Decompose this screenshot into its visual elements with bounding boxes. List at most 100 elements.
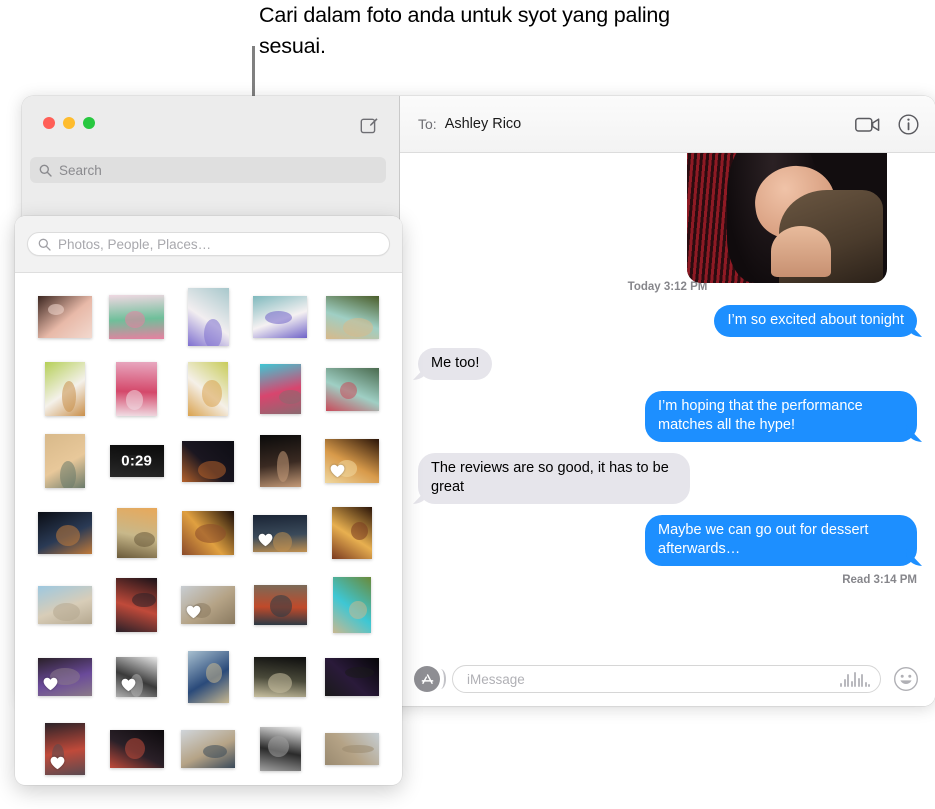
search-icon bbox=[38, 238, 51, 251]
message-bubble[interactable]: I’m hoping that the performance matches … bbox=[645, 391, 917, 442]
photo-thumbnail[interactable] bbox=[316, 497, 388, 569]
sidebar-titlebar bbox=[22, 96, 399, 153]
window-traffic-lights bbox=[43, 117, 95, 129]
thumbnail-image bbox=[37, 658, 92, 696]
favorite-heart-icon bbox=[186, 605, 201, 619]
photo-thumbnail[interactable] bbox=[316, 425, 388, 497]
photo-thumbnail[interactable] bbox=[173, 425, 245, 497]
photo-thumbnail[interactable] bbox=[29, 641, 101, 713]
photo-thumbnail[interactable] bbox=[316, 353, 388, 425]
thumbnail-image bbox=[116, 508, 157, 558]
favorite-heart-icon bbox=[50, 756, 65, 770]
photo-thumbnail[interactable] bbox=[244, 569, 316, 641]
photo-thumbnail[interactable] bbox=[101, 641, 173, 713]
thumbnail-image bbox=[44, 434, 85, 488]
photo-thumbnail[interactable] bbox=[244, 713, 316, 785]
favorite-heart-icon bbox=[43, 677, 58, 691]
photo-thumbnail[interactable] bbox=[29, 713, 101, 785]
photo-thumbnail[interactable] bbox=[29, 281, 101, 353]
photo-thumbnail[interactable] bbox=[173, 713, 245, 785]
photos-popover: Photos, People, Places… 0:29 bbox=[15, 216, 402, 785]
photo-thumbnail[interactable] bbox=[244, 641, 316, 713]
message-row: Maybe we can go out for dessert afterwar… bbox=[418, 515, 917, 566]
photo-thumbnail[interactable] bbox=[316, 713, 388, 785]
thumbnail-image bbox=[109, 295, 165, 339]
message-row: I’m hoping that the performance matches … bbox=[418, 391, 917, 442]
photo-thumbnail[interactable] bbox=[244, 425, 316, 497]
info-circle-icon[interactable] bbox=[898, 113, 919, 135]
thumbnail-image bbox=[259, 435, 301, 487]
imessage-input[interactable]: iMessage bbox=[452, 665, 881, 693]
photos-search-input[interactable]: Photos, People, Places… bbox=[27, 232, 390, 256]
thumbnail-image bbox=[259, 364, 301, 414]
photo-thumbnail[interactable] bbox=[244, 497, 316, 569]
photo-thumbnail[interactable] bbox=[173, 497, 245, 569]
zoom-button[interactable] bbox=[83, 117, 95, 129]
thumbnail-image bbox=[116, 657, 158, 697]
thumbnail-image bbox=[37, 296, 92, 338]
message-bubble[interactable]: Maybe we can go out for dessert afterwar… bbox=[645, 515, 917, 566]
to-label: To: bbox=[418, 116, 437, 132]
thumbnail-image bbox=[325, 439, 380, 483]
message-row: Me too! bbox=[418, 348, 917, 380]
photo-thumbnail[interactable] bbox=[29, 569, 101, 641]
minimize-button[interactable] bbox=[63, 117, 75, 129]
thumbnail-image bbox=[325, 367, 379, 411]
thumbnail-image bbox=[44, 723, 85, 775]
close-button[interactable] bbox=[43, 117, 55, 129]
photo-thumbnail[interactable] bbox=[101, 497, 173, 569]
thumbnail-image bbox=[188, 362, 229, 416]
favorite-heart-icon bbox=[330, 464, 345, 478]
photo-thumbnail[interactable] bbox=[316, 641, 388, 713]
photo-thumbnail[interactable] bbox=[101, 713, 173, 785]
conversation-header: To: Ashley Rico bbox=[400, 96, 935, 153]
photo-thumbnail[interactable] bbox=[316, 281, 388, 353]
message-bubble[interactable]: I’m so excited about tonight bbox=[714, 305, 917, 337]
photo-results-grid: 0:29 bbox=[15, 273, 402, 785]
conversation-pane: To: Ashley Rico Today 3:12 PM I’m so exc… bbox=[400, 96, 935, 706]
thumbnail-image bbox=[37, 586, 92, 624]
app-store-icon[interactable] bbox=[414, 666, 446, 692]
photo-attachment[interactable] bbox=[687, 153, 887, 283]
photo-thumbnail[interactable] bbox=[173, 569, 245, 641]
imessage-placeholder: iMessage bbox=[467, 671, 525, 687]
photo-thumbnail[interactable] bbox=[101, 569, 173, 641]
thumbnail-image bbox=[116, 362, 158, 416]
photo-thumbnail[interactable] bbox=[101, 353, 173, 425]
thumbnail-image bbox=[181, 730, 236, 768]
photo-thumbnail[interactable] bbox=[29, 353, 101, 425]
thumbnail-image: 0:29 bbox=[109, 445, 164, 477]
photo-thumbnail[interactable] bbox=[316, 569, 388, 641]
smiley-face-icon[interactable] bbox=[893, 666, 919, 692]
thumbnail-image bbox=[44, 362, 85, 416]
thumbnail-image bbox=[109, 730, 164, 768]
message-bubble[interactable]: Me too! bbox=[418, 348, 493, 380]
thumbnail-image bbox=[187, 288, 229, 346]
message-input-bar: iMessage bbox=[400, 652, 935, 706]
favorite-heart-icon bbox=[258, 533, 273, 547]
audio-waveform-icon[interactable] bbox=[840, 671, 870, 687]
message-bubble[interactable]: The reviews are so good, it has to be gr… bbox=[418, 453, 690, 504]
photo-thumbnail[interactable] bbox=[29, 425, 101, 497]
photo-thumbnail[interactable] bbox=[101, 281, 173, 353]
thumbnail-image bbox=[182, 440, 235, 482]
photo-thumbnail[interactable] bbox=[173, 641, 245, 713]
thumbnail-image bbox=[259, 727, 301, 771]
message-row: The reviews are so good, it has to be gr… bbox=[418, 453, 917, 504]
thumbnail-image bbox=[253, 296, 308, 338]
compose-icon[interactable] bbox=[357, 113, 381, 137]
photo-thumbnail[interactable] bbox=[173, 281, 245, 353]
photo-thumbnail[interactable] bbox=[244, 353, 316, 425]
photo-thumbnail[interactable] bbox=[29, 497, 101, 569]
video-camera-icon[interactable] bbox=[855, 116, 880, 133]
search-input[interactable]: Search bbox=[30, 157, 386, 183]
recipient-name[interactable]: Ashley Rico bbox=[445, 116, 522, 132]
video-thumbnail[interactable]: 0:29 bbox=[101, 425, 173, 497]
photo-thumbnail[interactable] bbox=[244, 281, 316, 353]
photo-thumbnail[interactable] bbox=[173, 353, 245, 425]
thumbnail-image bbox=[254, 657, 307, 697]
thumbnail-image bbox=[332, 507, 373, 559]
thumbnail-image bbox=[37, 512, 92, 554]
search-placeholder: Search bbox=[59, 162, 102, 178]
thumbnail-image bbox=[182, 511, 235, 555]
